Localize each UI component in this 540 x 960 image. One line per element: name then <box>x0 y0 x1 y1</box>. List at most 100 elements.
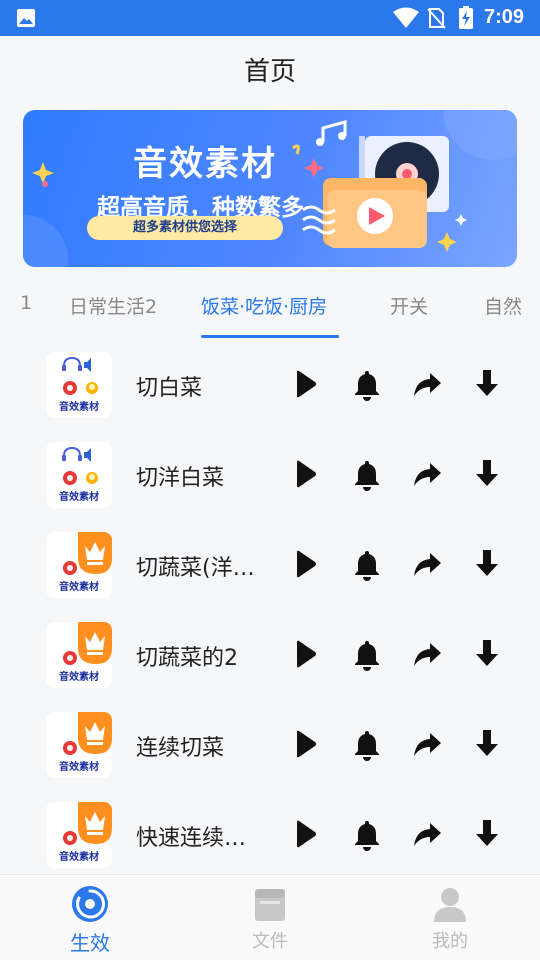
play-button[interactable] <box>288 727 322 761</box>
tab-1[interactable]: 1 <box>20 292 32 314</box>
play-icon <box>297 820 316 848</box>
sound-title: 切蔬菜的2 <box>136 646 238 671</box>
bell-icon <box>355 821 379 851</box>
sound-row[interactable]: 音效素材 切洋白菜 <box>0 430 540 520</box>
tab-switch[interactable]: 开关 <box>390 292 428 319</box>
thumbnail-label: 音效素材 <box>59 582 99 593</box>
tab-daily-life-2[interactable]: 日常生活2 <box>69 292 157 319</box>
sound-row[interactable]: 音效素材 快速连续… <box>0 790 540 880</box>
ringtone-button[interactable] <box>350 547 384 581</box>
download-button[interactable] <box>470 637 504 671</box>
no-sim-icon <box>427 8 446 29</box>
nav-files-label: 文件 <box>252 931 288 952</box>
ringtone-button[interactable] <box>350 637 384 671</box>
bell-icon <box>355 551 379 581</box>
download-icon <box>476 730 498 756</box>
download-button[interactable] <box>470 727 504 761</box>
ringtone-button[interactable] <box>350 367 384 401</box>
tab-nature[interactable]: 自然 <box>484 292 522 319</box>
download-icon <box>476 370 498 396</box>
download-button[interactable] <box>470 817 504 851</box>
person-icon <box>434 888 466 922</box>
play-icon <box>297 370 316 398</box>
nav-effects-label: 生效 <box>70 931 110 955</box>
ringtone-button[interactable] <box>350 457 384 491</box>
play-icon <box>297 730 316 758</box>
nav-mine[interactable]: 我的 <box>360 875 540 960</box>
share-icon <box>414 733 441 756</box>
page-title: 首页 <box>243 57 296 87</box>
thumbnail-label: 音效素材 <box>59 672 99 683</box>
sound-title: 切蔬菜(洋… <box>136 556 255 581</box>
bell-icon <box>355 641 379 671</box>
play-button[interactable] <box>288 817 322 851</box>
bell-icon <box>355 461 379 491</box>
download-icon <box>476 460 498 486</box>
share-icon <box>414 463 441 486</box>
thumbnail-label: 音效素材 <box>59 762 99 773</box>
play-button[interactable] <box>288 547 322 581</box>
play-icon <box>297 640 316 668</box>
play-button[interactable] <box>288 637 322 671</box>
play-icon <box>297 550 316 578</box>
sound-row[interactable]: 音效素材 切蔬菜(洋… <box>0 520 540 610</box>
ringtone-button[interactable] <box>350 727 384 761</box>
folder-icon <box>255 889 285 921</box>
sound-title: 切白菜 <box>136 376 203 401</box>
sound-title: 切洋白菜 <box>136 466 225 491</box>
bell-icon <box>355 731 379 761</box>
wifi-icon <box>393 7 419 28</box>
share-button[interactable] <box>410 637 444 671</box>
sound-title: 连续切菜 <box>136 736 225 761</box>
download-icon <box>476 640 498 666</box>
sound-thumbnail: 音效素材 <box>46 802 112 868</box>
status-time: 7:09 <box>484 6 525 28</box>
share-icon <box>414 373 441 396</box>
sound-row[interactable]: 音效素材 连续切菜 <box>0 700 540 790</box>
tab-kitchen[interactable]: 饭菜·吃饭·厨房 <box>201 292 327 319</box>
nav-files[interactable]: 文件 <box>180 875 360 960</box>
gallery-icon <box>17 9 35 27</box>
share-icon <box>414 823 441 846</box>
ringtone-button[interactable] <box>350 817 384 851</box>
battery-charging-icon <box>459 6 473 29</box>
app-header: 首页 <box>0 36 540 108</box>
promo-banner[interactable]: 音效素材 超高音质，种数繁多 超多素材供您选择 <box>23 110 517 267</box>
disc-icon <box>72 886 108 922</box>
sound-thumbnail: 音效素材 <box>46 352 112 418</box>
share-button[interactable] <box>410 547 444 581</box>
play-icon <box>297 460 316 488</box>
sound-thumbnail: 音效素材 <box>46 442 112 508</box>
share-button[interactable] <box>410 367 444 401</box>
thumbnail-label: 音效素材 <box>59 402 99 413</box>
sound-thumbnail: 音效素材 <box>46 622 112 688</box>
nav-effects[interactable]: 生效 <box>0 875 180 960</box>
share-icon <box>414 553 441 576</box>
sound-row[interactable]: 音效素材 切白菜 <box>0 340 540 430</box>
thumbnail-label: 音效素材 <box>59 852 99 863</box>
sound-thumbnail: 音效素材 <box>46 712 112 778</box>
download-button[interactable] <box>470 367 504 401</box>
play-button[interactable] <box>288 457 322 491</box>
sound-title: 快速连续… <box>136 826 247 851</box>
share-icon <box>414 643 441 666</box>
share-button[interactable] <box>410 727 444 761</box>
status-bar: 7:09 <box>0 0 540 36</box>
nav-mine-label: 我的 <box>432 931 468 952</box>
download-button[interactable] <box>470 457 504 491</box>
bottom-nav: 生效 文件 我的 <box>0 874 540 960</box>
bell-icon <box>355 371 379 401</box>
active-tab-indicator <box>201 335 339 338</box>
download-button[interactable] <box>470 547 504 581</box>
category-tabs: 1 日常生活2 饭菜·吃饭·厨房 开关 自然 <box>0 280 540 340</box>
play-button[interactable] <box>288 367 322 401</box>
banner-title: 音效素材 <box>133 144 277 184</box>
download-icon <box>476 550 498 576</box>
sound-thumbnail: 音效素材 <box>46 532 112 598</box>
banner-pill: 超多素材供您选择 <box>87 216 283 240</box>
share-button[interactable] <box>410 817 444 851</box>
thumbnail-label: 音效素材 <box>59 492 99 503</box>
sound-row[interactable]: 音效素材 切蔬菜的2 <box>0 610 540 700</box>
share-button[interactable] <box>410 457 444 491</box>
download-icon <box>476 820 498 846</box>
